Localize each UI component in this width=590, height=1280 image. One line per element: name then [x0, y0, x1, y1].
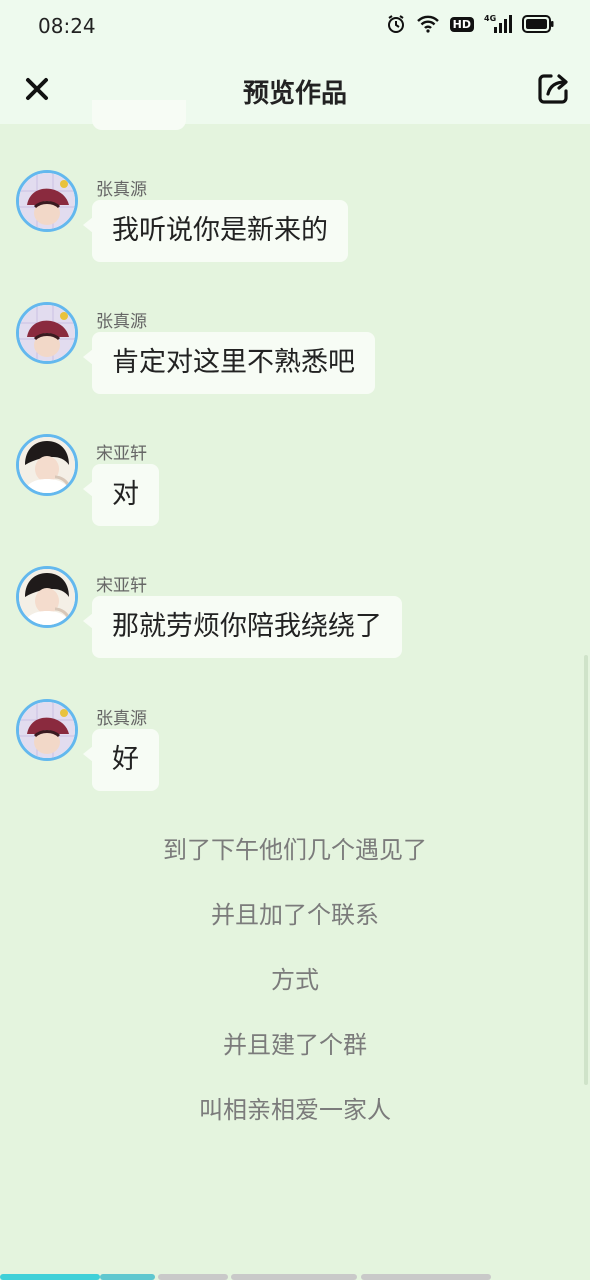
- avatar[interactable]: [16, 699, 78, 761]
- scrollbar[interactable]: [584, 655, 588, 1085]
- progress-segment: [0, 1274, 100, 1280]
- message-item: 张真源 肯定对这里不熟悉吧: [0, 302, 590, 402]
- avatar-songyaxuan-icon: [19, 437, 75, 493]
- avatar-zhangzhenyuan-icon: [19, 305, 75, 361]
- avatar[interactable]: [16, 170, 78, 232]
- progress-segment: [100, 1274, 155, 1280]
- message-item: 张真源 我听说你是新来的: [0, 170, 590, 270]
- sender-name: 宋亚轩: [96, 576, 147, 596]
- previous-message-bubble: [92, 100, 186, 130]
- sender-name: 张真源: [96, 312, 147, 332]
- network-type-label: 4G: [484, 14, 496, 23]
- status-time: 08:24: [38, 14, 96, 38]
- app-header: 预览作品: [0, 56, 590, 124]
- avatar[interactable]: [16, 302, 78, 364]
- avatar[interactable]: [16, 434, 78, 496]
- share-button[interactable]: [534, 70, 572, 108]
- message-item: 张真源 好: [0, 699, 590, 799]
- narration-line: 方式: [271, 966, 319, 994]
- sender-name: 张真源: [96, 709, 147, 729]
- page-title: 预览作品: [242, 79, 347, 109]
- avatar-zhangzhenyuan-icon: [19, 173, 75, 229]
- alarm-icon: [386, 14, 406, 34]
- progress-segment: [361, 1274, 491, 1280]
- narration-line: 叫相亲相爱一家人: [199, 1096, 391, 1124]
- avatar-songyaxuan-icon: [19, 569, 75, 625]
- progress-segment: [231, 1274, 357, 1280]
- battery-icon: [522, 15, 554, 33]
- avatar-zhangzhenyuan-icon: [19, 702, 75, 758]
- narration-line: 到了下午他们几个遇见了: [163, 836, 427, 864]
- share-icon: [538, 74, 568, 104]
- message-bubble[interactable]: 肯定对这里不熟悉吧: [83, 332, 375, 394]
- message-item: 宋亚轩 那就劳烦你陪我绕绕了: [0, 566, 590, 666]
- message-bubble[interactable]: 我听说你是新来的: [83, 200, 348, 262]
- signal-icon: 4G: [484, 14, 512, 34]
- progress-bar: [0, 1274, 590, 1280]
- message-bubble[interactable]: 那就劳烦你陪我绕绕了: [83, 596, 402, 658]
- progress-segment: [158, 1274, 228, 1280]
- message-bubble[interactable]: 好: [83, 729, 159, 791]
- status-bar: 08:24 HD 4G: [0, 0, 590, 56]
- narration-line: 并且建了个群: [223, 1031, 367, 1059]
- status-icons: HD 4G: [386, 14, 554, 34]
- sender-name: 宋亚轩: [96, 444, 147, 464]
- narration-line: 并且加了个联系: [211, 901, 379, 929]
- sender-name: 张真源: [96, 180, 147, 200]
- hd-badge: HD: [449, 16, 474, 32]
- wifi-icon: [416, 15, 440, 33]
- message-bubble[interactable]: 对: [83, 464, 159, 526]
- message-item: 宋亚轩 对: [0, 434, 590, 534]
- avatar[interactable]: [16, 566, 78, 628]
